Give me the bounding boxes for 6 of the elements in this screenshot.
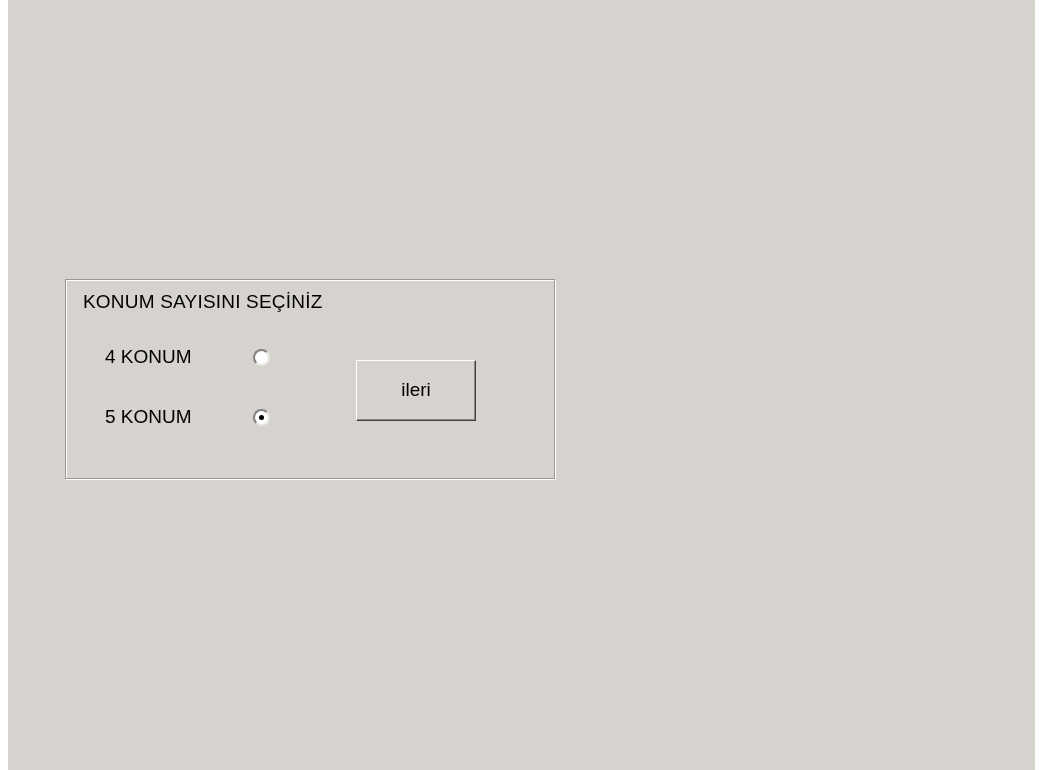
next-button[interactable]: ileri [356, 360, 476, 421]
option-label: 4 KONUM [105, 344, 193, 369]
radio-button[interactable] [253, 408, 270, 426]
radio-button[interactable] [253, 348, 270, 366]
option-label: 5 KONUM [105, 404, 193, 429]
group-title: KONUM SAYISINI SEÇİNİZ [83, 290, 324, 314]
